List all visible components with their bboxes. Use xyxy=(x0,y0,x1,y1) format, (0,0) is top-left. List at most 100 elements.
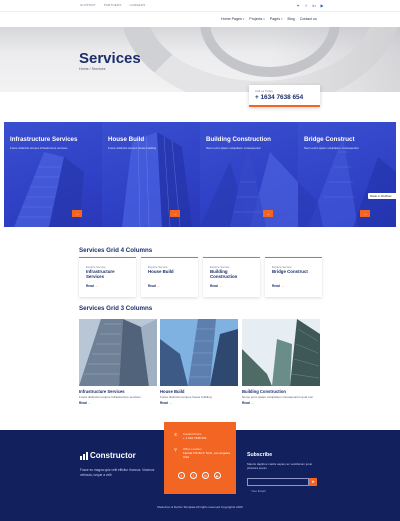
read-more-link[interactable]: Read → xyxy=(210,284,222,288)
read-more-link[interactable]: Read → xyxy=(86,284,98,288)
panel-title: Infrastructure Services xyxy=(10,136,78,143)
service-panel-building-construction[interactable]: Building Construction Nemo enim ipsam vo… xyxy=(200,122,298,227)
arrow-right-button[interactable]: → xyxy=(360,210,370,217)
footer-logo[interactable]: Constructor xyxy=(80,452,136,460)
linkedin-icon[interactable]: in xyxy=(202,472,209,479)
footer-contact-box: ✆ Contact Phone + 1 634 7638 654 ⚲ Offic… xyxy=(164,422,236,494)
send-icon: ➤ xyxy=(311,479,315,484)
breadcrumb[interactable]: Home / Services xyxy=(79,67,105,71)
youtube-icon[interactable]: ▶ xyxy=(320,3,324,8)
card-title[interactable]: Building Construction xyxy=(242,389,286,394)
logo-text: Constructor xyxy=(90,451,136,460)
read-more-link[interactable]: Read → xyxy=(272,284,284,288)
read-more-link[interactable]: Read → xyxy=(160,401,172,405)
nav-label: Pages xyxy=(269,17,280,21)
panel-desc: Nemo enim ipsam voluptatem consequuntur xyxy=(206,146,261,150)
card-desc: Fusce distinctio tempus house building xyxy=(160,395,212,399)
arrow-right-button[interactable]: → xyxy=(263,210,273,217)
call-label: Call us Today xyxy=(255,89,273,93)
twitter-icon[interactable]: ✦ xyxy=(296,3,300,8)
contact-phone-row: ✆ Contact Phone + 1 634 7638 654 xyxy=(174,432,206,440)
nav-item-home-pages[interactable]: Home Pages▾ xyxy=(221,17,244,21)
contact-phone-value[interactable]: + 1 634 7638 654 xyxy=(183,436,206,440)
section-title-grid3: Services Grid 3 Columns xyxy=(79,305,153,312)
read-more-label: Read xyxy=(272,284,280,288)
arrow-right-icon: → xyxy=(218,284,222,288)
card-title[interactable]: House Build xyxy=(160,389,184,394)
read-more-link[interactable]: Read → xyxy=(79,401,91,405)
service-image-infrastructure[interactable] xyxy=(79,319,157,386)
service-card[interactable]: Explore Service House Build Read → xyxy=(141,257,198,297)
webflow-badge[interactable]: Made in Webflow xyxy=(368,193,397,199)
nav-item-contact[interactable]: Contact us xyxy=(300,17,317,21)
read-more-link[interactable]: Read → xyxy=(148,284,160,288)
panel-desc: Nemo enim ipsam voluptatem consequuntur xyxy=(304,146,359,150)
top-socials: ✦ f in ▶ xyxy=(296,3,324,8)
phone-icon: ✆ xyxy=(174,432,178,437)
read-more-label: Read xyxy=(86,284,94,288)
nav-item-pages[interactable]: Pages▾ xyxy=(270,17,283,21)
service-panel-infrastructure[interactable]: Infrastructure Services Fusce distinctio… xyxy=(4,122,102,227)
nav-menu: Home Pages▾ Projects▾ Pages▾ Blog Contac… xyxy=(221,17,317,21)
panel-title: Bridge Construct xyxy=(304,136,355,143)
nav-item-projects[interactable]: Projects▾ xyxy=(249,17,265,21)
arrow-right-icon: → xyxy=(87,401,91,405)
hero-shade xyxy=(270,27,400,92)
read-more-link[interactable]: Read → xyxy=(242,401,254,405)
facebook-icon[interactable]: f xyxy=(304,3,308,8)
panel-title: House Build xyxy=(108,136,145,143)
top-links: SUPPORT PARTNERS CAREERS xyxy=(80,3,145,7)
building-photo xyxy=(79,319,157,386)
arrow-right-icon: → xyxy=(94,284,98,288)
email-input[interactable] xyxy=(248,488,308,494)
page-title: Services xyxy=(79,50,141,67)
arrow-right-button[interactable]: → xyxy=(170,210,180,217)
panel-desc: Fusce distinctio tempus infrastructure s… xyxy=(10,146,68,150)
service-panels: Infrastructure Services Fusce distinctio… xyxy=(4,122,396,227)
subscribe-email-field[interactable] xyxy=(247,478,309,494)
top-bar: SUPPORT PARTNERS CAREERS ✦ f in ▶ xyxy=(0,0,400,11)
top-link-careers[interactable]: CAREERS xyxy=(130,3,146,7)
card-title: Building Construction xyxy=(210,269,238,279)
main-nav: Home Pages▾ Projects▾ Pages▾ Blog Contac… xyxy=(0,11,400,27)
top-link-support[interactable]: SUPPORT xyxy=(80,3,96,7)
nav-label: Home Pages xyxy=(221,17,242,21)
subscribe-button[interactable]: ➤ xyxy=(309,478,317,486)
facebook-icon[interactable]: f xyxy=(190,472,197,479)
copyright: Meduzion & Dezitu Template All rights re… xyxy=(157,505,243,509)
service-image-building-construction[interactable] xyxy=(242,319,320,386)
logo-bars-icon xyxy=(80,452,88,460)
card-title: Bridge Construct xyxy=(272,269,308,274)
linkedin-icon[interactable]: in xyxy=(312,3,316,8)
card-desc: Nemo enim ipsam voluptatem consequuntur … xyxy=(242,395,314,399)
contact-address-text: Office Location Florida FIS 82 P. M.St, … xyxy=(183,447,233,459)
footer-socials: ✦ f in ▶ xyxy=(178,472,221,479)
service-card[interactable]: Explore Service Bridge Construct Read → xyxy=(265,257,322,297)
panel-title: Building Construction xyxy=(206,136,271,143)
arrow-right-icon: → xyxy=(156,284,160,288)
twitter-icon[interactable]: ✦ xyxy=(178,472,185,479)
chevron-down-icon: ▾ xyxy=(263,17,265,21)
building-photo xyxy=(242,319,320,386)
service-card[interactable]: Explore Service Infrastructure Services … xyxy=(79,257,136,297)
contact-phone-text: Contact Phone + 1 634 7638 654 xyxy=(183,432,206,440)
call-card: Call us Today + 1634 7638 654 xyxy=(249,85,320,107)
panel-desc: Fusce distinctio tempus house building xyxy=(108,146,157,150)
read-more-label: Read xyxy=(210,284,218,288)
service-panel-bridge-construct[interactable]: Bridge Construct Nemo enim ipsam volupta… xyxy=(298,122,396,227)
nav-item-blog[interactable]: Blog xyxy=(288,17,295,21)
service-image-house-build[interactable] xyxy=(160,319,238,386)
card-title[interactable]: Infrastructure Services xyxy=(79,389,125,394)
card-desc: Fusce distinctio tempus Infrastructure s… xyxy=(79,395,141,399)
contact-address-value: Florida FIS 82 P. M.St, Los Angeles USA xyxy=(183,451,231,459)
arrow-right-button[interactable]: → xyxy=(72,210,82,217)
top-link-partners[interactable]: PARTNERS xyxy=(104,3,122,7)
nav-label: Projects xyxy=(249,17,263,21)
service-card[interactable]: Explore Service Building Construction Re… xyxy=(203,257,260,297)
footer-about: Fusce eu magna quis velit efficitur rhon… xyxy=(80,468,155,477)
read-more-label: Read xyxy=(148,284,156,288)
call-phone[interactable]: + 1634 7638 654 xyxy=(255,94,303,101)
youtube-icon[interactable]: ▶ xyxy=(214,472,221,479)
service-panel-house-build[interactable]: House Build Fusce distinctio tempus hous… xyxy=(102,122,200,227)
hero-banner xyxy=(0,27,400,92)
